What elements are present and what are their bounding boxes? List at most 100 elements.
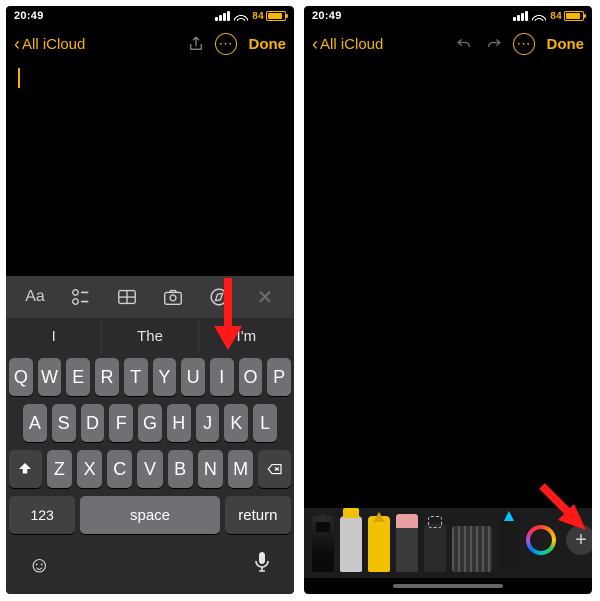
tool-lasso[interactable] — [424, 524, 446, 572]
tool-pencil[interactable] — [368, 516, 390, 572]
key-b[interactable]: B — [168, 450, 193, 488]
undo-button[interactable] — [451, 31, 477, 57]
key-row-2: A S D F G H J K L — [9, 404, 291, 442]
tool-eraser[interactable] — [396, 524, 418, 572]
keyboard: Q W E R T Y U I O P A S D F G H — [6, 354, 294, 534]
home-indicator — [304, 578, 592, 594]
nav-bar: ‹ All iCloud Done — [6, 26, 294, 62]
key-r[interactable]: R — [95, 358, 119, 396]
camera-button[interactable] — [150, 276, 196, 318]
table-icon — [116, 286, 138, 308]
battery-icon: 84 — [550, 11, 584, 22]
screenshot-keyboard: 20:49 84 ‹ All iCloud Done — [6, 6, 294, 594]
tool-ruler[interactable] — [452, 526, 492, 572]
back-button[interactable]: ‹ All iCloud — [14, 35, 85, 53]
status-bar: 20:49 84 — [6, 6, 294, 26]
color-picker[interactable] — [526, 525, 556, 555]
dismiss-toolbar-button[interactable]: ✕ — [242, 276, 288, 318]
text-cursor — [18, 68, 20, 88]
suggestion[interactable]: I'm — [198, 318, 294, 354]
share-button[interactable] — [183, 31, 209, 57]
key-f[interactable]: F — [109, 404, 133, 442]
key-l[interactable]: L — [253, 404, 277, 442]
redo-icon — [485, 35, 503, 53]
text-format-button[interactable]: Aa — [12, 276, 58, 318]
more-button[interactable] — [213, 31, 239, 57]
shift-icon — [16, 460, 34, 478]
clock: 20:49 — [312, 10, 342, 22]
key-w[interactable]: W — [38, 358, 62, 396]
screenshot-drawing: 20:49 84 ‹ All iCloud — [304, 6, 592, 594]
ellipsis-circle-icon — [513, 33, 535, 55]
ellipsis-circle-icon — [215, 33, 237, 55]
key-q[interactable]: Q — [9, 358, 33, 396]
key-m[interactable]: M — [228, 450, 253, 488]
done-button[interactable]: Done — [249, 36, 287, 53]
suggestion[interactable]: The — [101, 318, 197, 354]
markup-button[interactable] — [196, 276, 242, 318]
mic-icon — [252, 550, 272, 574]
battery-icon: 84 — [252, 11, 286, 22]
key-y[interactable]: Y — [153, 358, 177, 396]
key-delete[interactable] — [258, 450, 291, 488]
dictation-button[interactable] — [252, 550, 272, 580]
done-button[interactable]: Done — [547, 36, 585, 53]
cellular-icon — [215, 11, 230, 21]
key-g[interactable]: G — [138, 404, 162, 442]
wifi-icon — [532, 11, 546, 21]
back-label: All iCloud — [22, 36, 85, 53]
key-123[interactable]: 123 — [9, 496, 75, 534]
redo-button[interactable] — [481, 31, 507, 57]
drawing-canvas[interactable] — [304, 62, 592, 508]
key-c[interactable]: C — [107, 450, 132, 488]
key-j[interactable]: J — [196, 404, 220, 442]
key-s[interactable]: S — [52, 404, 76, 442]
more-button[interactable] — [511, 31, 537, 57]
key-row-3: Z X C V B N M — [9, 450, 291, 488]
key-space[interactable]: space — [80, 496, 219, 534]
key-x[interactable]: X — [77, 450, 102, 488]
undo-icon — [455, 35, 473, 53]
share-icon — [187, 35, 205, 53]
key-d[interactable]: D — [81, 404, 105, 442]
format-toolbar: Aa ✕ — [6, 276, 294, 318]
backspace-icon — [266, 460, 284, 478]
nav-bar: ‹ All iCloud Done — [304, 26, 592, 62]
chevron-left-icon: ‹ — [14, 35, 20, 53]
cellular-icon — [513, 11, 528, 21]
key-k[interactable]: K — [224, 404, 248, 442]
key-n[interactable]: N — [198, 450, 223, 488]
key-o[interactable]: O — [239, 358, 263, 396]
tool-marker[interactable] — [340, 516, 362, 572]
camera-icon — [162, 286, 184, 308]
key-p[interactable]: P — [267, 358, 291, 396]
key-z[interactable]: Z — [47, 450, 72, 488]
checklist-icon — [70, 286, 92, 308]
key-row-4: 123 space return — [9, 496, 291, 534]
key-u[interactable]: U — [181, 358, 205, 396]
key-a[interactable]: A — [23, 404, 47, 442]
key-h[interactable]: H — [167, 404, 191, 442]
back-label: All iCloud — [320, 36, 383, 53]
key-t[interactable]: T — [124, 358, 148, 396]
table-button[interactable] — [104, 276, 150, 318]
key-v[interactable]: V — [137, 450, 162, 488]
note-editor[interactable] — [6, 62, 294, 276]
key-e[interactable]: E — [66, 358, 90, 396]
back-button[interactable]: ‹ All iCloud — [312, 35, 383, 53]
tool-brush[interactable] — [498, 516, 520, 572]
tool-pen[interactable] — [312, 516, 334, 572]
emoji-button[interactable]: ☺ — [28, 552, 50, 578]
key-i[interactable]: I — [210, 358, 234, 396]
drawing-toolbar: + — [304, 508, 592, 578]
checklist-button[interactable] — [58, 276, 104, 318]
clock: 20:49 — [14, 10, 44, 22]
suggestion-bar: I The I'm — [6, 318, 294, 354]
status-bar: 20:49 84 — [304, 6, 592, 26]
key-shift[interactable] — [9, 450, 42, 488]
wifi-icon — [234, 11, 248, 21]
keyboard-bottom-row: ☺ — [6, 542, 294, 594]
suggestion[interactable]: I — [6, 318, 101, 354]
key-return[interactable]: return — [225, 496, 291, 534]
add-button[interactable]: + — [566, 525, 592, 555]
